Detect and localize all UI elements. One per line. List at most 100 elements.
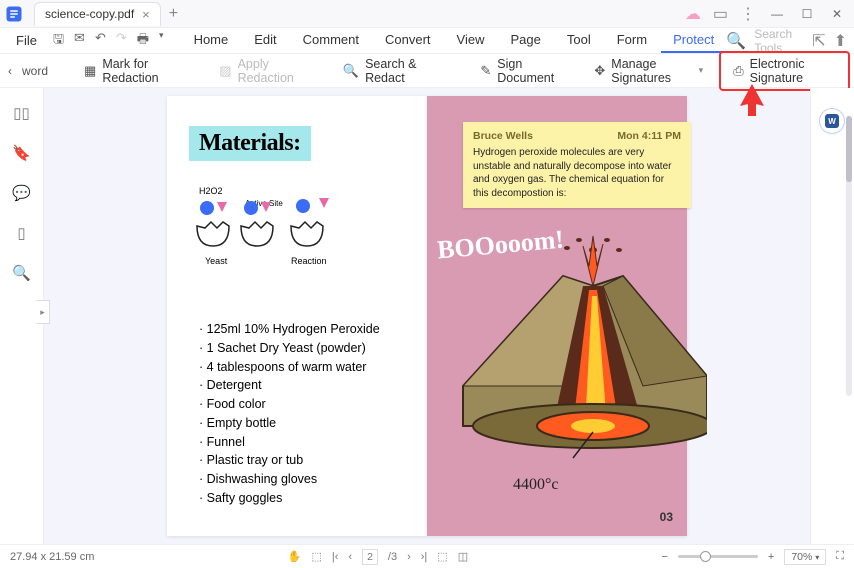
- tab-view[interactable]: View: [445, 28, 497, 53]
- apply-redaction-button: ▨ Apply Redaction: [207, 53, 319, 89]
- add-tab-icon[interactable]: +: [169, 5, 178, 23]
- workspace: ▯▯ 🔖 💬 ▯ 🔍 ▸ Materials: H2O2 Active Site: [0, 88, 854, 544]
- close-tab-icon[interactable]: ×: [142, 7, 150, 22]
- sign-document-icon: ✎: [480, 63, 491, 79]
- zoom-percent[interactable]: 70% ▾: [784, 549, 826, 565]
- attachments-icon[interactable]: ▯: [17, 224, 25, 242]
- last-page-icon[interactable]: ›|: [421, 551, 428, 563]
- list-item: Detergent: [199, 376, 380, 395]
- sticky-body: Hydrogen peroxide molecules are very uns…: [473, 146, 681, 200]
- cloud-sync-icon[interactable]: ☁: [685, 4, 701, 24]
- page-dimensions: 27.94 x 21.59 cm: [10, 551, 94, 563]
- zoom-slider-thumb[interactable]: [700, 551, 711, 562]
- search-redact-icon: 🔍: [343, 63, 359, 79]
- kebab-menu-icon[interactable]: ⋮: [740, 4, 756, 24]
- fit-width-icon[interactable]: ◫: [458, 550, 468, 563]
- list-item: Dishwashing gloves: [199, 470, 380, 489]
- file-menu[interactable]: File: [6, 33, 47, 48]
- zoom-slider[interactable]: [678, 555, 758, 558]
- minimize-icon[interactable]: —: [768, 5, 786, 23]
- statusbar: 27.94 x 21.59 cm ✋ ⬚ |‹ ‹ 2 /3 › ›| ⬚ ◫ …: [0, 544, 854, 568]
- nav-prev-icon[interactable]: ‹: [4, 64, 16, 78]
- sign-document-button[interactable]: ✎ Sign Document: [468, 53, 574, 89]
- manage-signatures-icon: ✥: [594, 63, 605, 79]
- tab-protect[interactable]: Protect: [661, 28, 726, 53]
- search-panel-icon[interactable]: 🔍: [12, 264, 31, 282]
- scrollbar[interactable]: [846, 116, 852, 396]
- right-sidebar: W: [810, 88, 854, 544]
- search-tools-icon[interactable]: 🔍: [726, 31, 746, 51]
- prev-page-icon[interactable]: ‹: [348, 551, 352, 563]
- notification-icon[interactable]: ▭: [713, 4, 728, 24]
- tab-convert[interactable]: Convert: [373, 28, 443, 53]
- mark-for-redaction-button[interactable]: ▦ Mark for Redaction: [72, 53, 195, 89]
- yeast-label: Yeast: [205, 256, 228, 266]
- temperature-label: 4400°c: [513, 476, 559, 494]
- redaction-mark-icon: ▦: [84, 63, 96, 79]
- materials-title: Materials:: [189, 126, 311, 161]
- list-item: 1 Sachet Dry Yeast (powder): [199, 339, 380, 358]
- list-item: 4 tablespoons of warm water: [199, 358, 380, 377]
- tab-comment[interactable]: Comment: [291, 28, 371, 53]
- thumbnails-icon[interactable]: ▯▯: [13, 104, 30, 122]
- manage-signatures-button[interactable]: ✥ Manage Signatures ▾: [582, 53, 715, 89]
- bookmarks-icon[interactable]: 🔖: [12, 144, 31, 162]
- reaction-label: Reaction: [291, 256, 327, 266]
- ribbon-tabs: Home Edit Comment Convert View Page Tool…: [182, 28, 727, 53]
- list-item: Safty goggles: [199, 489, 380, 508]
- canvas[interactable]: Materials: H2O2 Active Site Yeast: [44, 88, 810, 544]
- first-page-icon[interactable]: |‹: [332, 551, 339, 563]
- sticky-note[interactable]: Bruce Wells Mon 4:11 PM Hydrogen peroxid…: [463, 122, 691, 208]
- upload-icon[interactable]: ⬆: [834, 31, 847, 51]
- electronic-signature-button[interactable]: ⎙ Electronic Signature: [719, 51, 850, 91]
- fullscreen-icon[interactable]: ⛶: [836, 550, 844, 563]
- list-item: Plastic tray or tub: [199, 451, 380, 470]
- list-item: Food color: [199, 395, 380, 414]
- dropdown-icon[interactable]: ▾: [159, 30, 164, 52]
- electronic-signature-icon: ⎙: [733, 63, 743, 79]
- select-tool-icon[interactable]: ⬚: [311, 550, 321, 563]
- mail-icon[interactable]: ✉: [74, 30, 85, 52]
- titlebar: science-copy.pdf × + ☁ ▭ ⋮ — ☐ ✕: [0, 0, 854, 28]
- nav-word-label: word: [18, 64, 52, 78]
- next-page-icon[interactable]: ›: [407, 551, 411, 563]
- zoom-out-icon[interactable]: −: [661, 551, 667, 563]
- materials-list: 125ml 10% Hydrogen Peroxide 1 Sachet Dry…: [199, 320, 380, 508]
- sticky-timestamp: Mon 4:11 PM: [617, 130, 681, 142]
- fit-page-icon[interactable]: ⬚: [437, 550, 447, 563]
- tab-home[interactable]: Home: [182, 28, 241, 53]
- share-icon[interactable]: ⇱: [812, 31, 825, 51]
- redaction-apply-icon: ▨: [219, 63, 231, 79]
- list-item: Empty bottle: [199, 414, 380, 433]
- app-icon: [0, 0, 28, 28]
- tab-form[interactable]: Form: [605, 28, 659, 53]
- volcano-illustration: [443, 226, 707, 466]
- tab-page[interactable]: Page: [499, 28, 553, 53]
- page-left: Materials: H2O2 Active Site Yeast: [167, 96, 427, 536]
- sticky-author: Bruce Wells: [473, 130, 533, 142]
- zoom-in-icon[interactable]: +: [768, 551, 774, 563]
- close-window-icon[interactable]: ✕: [828, 5, 846, 23]
- comments-icon[interactable]: 💬: [12, 184, 31, 202]
- tab-title: science-copy.pdf: [45, 7, 134, 21]
- tab-tool[interactable]: Tool: [555, 28, 603, 53]
- toolbar: ‹ word ▦ Mark for Redaction ▨ Apply Reda…: [0, 54, 854, 88]
- tab-edit[interactable]: Edit: [242, 28, 288, 53]
- hand-tool-icon[interactable]: ✋: [288, 550, 302, 563]
- scrollbar-thumb[interactable]: [846, 116, 852, 182]
- print-icon[interactable]: 🖶: [137, 30, 149, 52]
- h2o2-label: H2O2: [199, 186, 223, 196]
- undo-icon[interactable]: ↶: [95, 30, 106, 52]
- save-icon[interactable]: 🖫: [53, 30, 64, 52]
- list-item: Funnel: [199, 433, 380, 452]
- page-number-input[interactable]: 2: [362, 549, 378, 565]
- list-item: 125ml 10% Hydrogen Peroxide: [199, 320, 380, 339]
- page-number: 03: [660, 510, 673, 524]
- maximize-icon[interactable]: ☐: [798, 5, 816, 23]
- page-total: /3: [388, 551, 397, 563]
- search-redact-button[interactable]: 🔍 Search & Redact: [331, 53, 448, 89]
- document-tab[interactable]: science-copy.pdf ×: [34, 2, 161, 26]
- redo-icon[interactable]: ↷: [116, 30, 127, 52]
- chevron-down-icon: ▾: [699, 65, 704, 76]
- word-export-icon[interactable]: W: [819, 108, 845, 134]
